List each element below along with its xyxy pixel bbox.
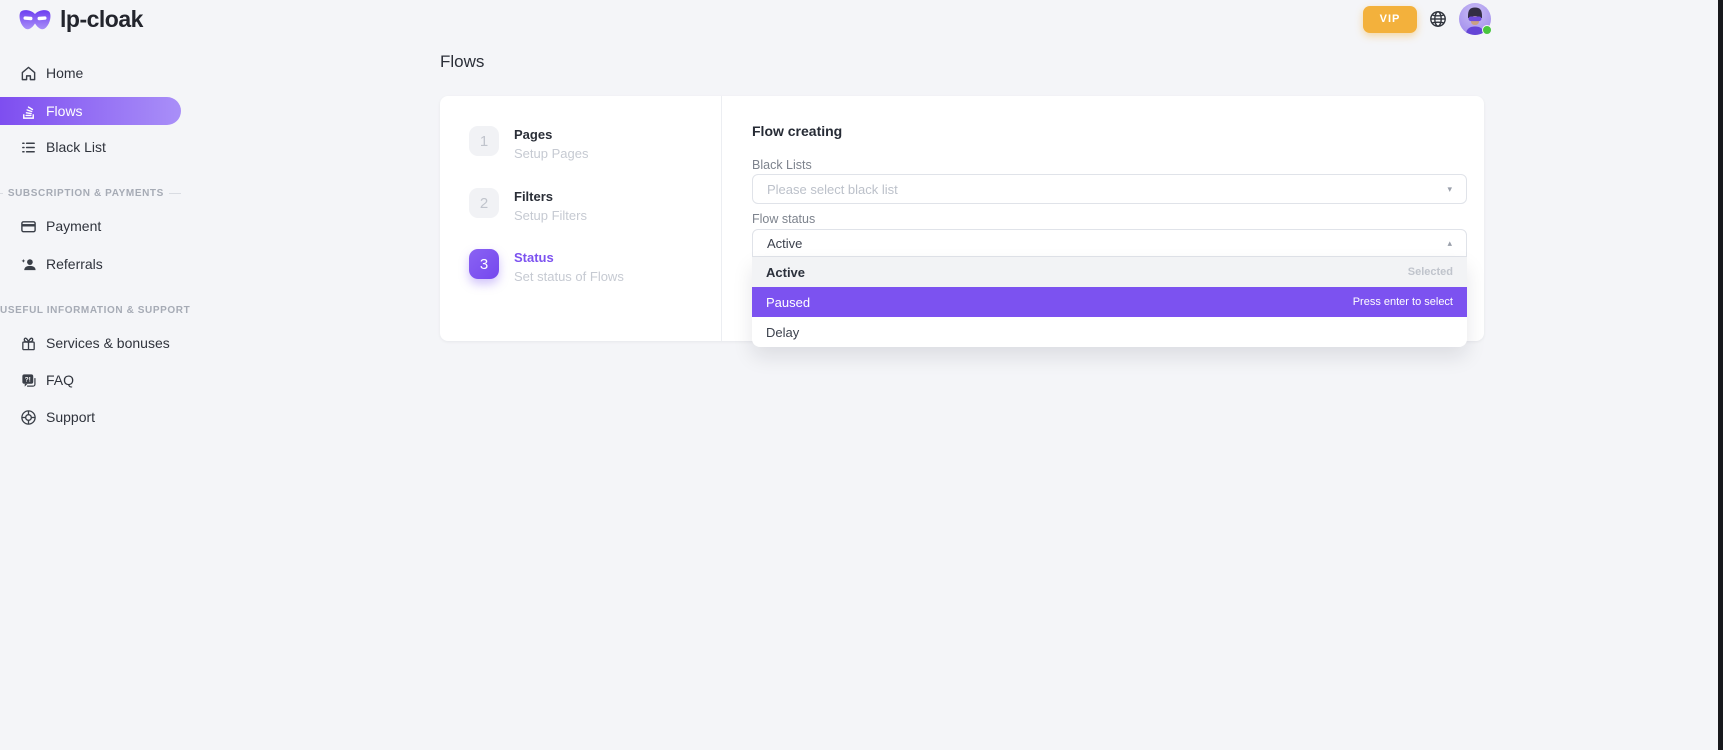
avatar[interactable] [1459, 3, 1491, 35]
header-right: VIP [1363, 3, 1491, 35]
flow-status-dropdown: Active Selected Paused Press enter to se… [752, 257, 1467, 347]
step-number: 3 [469, 249, 499, 279]
step-title: Status [514, 249, 624, 265]
option-hint: Selected [1408, 266, 1453, 278]
caret-up-icon: ▴ [1447, 239, 1452, 248]
black-list-icon [19, 138, 37, 156]
step-text: Status Set status of Flows [514, 249, 624, 284]
lifebuoy-icon [19, 408, 37, 426]
globe-icon[interactable] [1429, 10, 1447, 28]
sidebar-item-black-list[interactable]: Black List [0, 133, 181, 161]
sidebar-item-label: Flows [46, 103, 83, 119]
flow-status-value: Active [767, 236, 802, 251]
step-text: Pages Setup Pages [514, 126, 588, 161]
step-number: 2 [469, 188, 499, 218]
flow-status-select[interactable]: Active ▴ [752, 229, 1467, 257]
sidebar: Home Flows Bla [0, 0, 181, 750]
section-dash [0, 193, 3, 194]
flow-creating-form: Flow creating Black Lists Please select … [752, 96, 1467, 341]
option-label: Delay [766, 325, 799, 340]
sidebar-item-label: Home [46, 65, 83, 81]
svg-text:?!: ?! [24, 376, 30, 383]
sidebar-section-useful-info: USEFUL INFORMATION & SUPPORT [0, 304, 181, 316]
payment-icon [19, 217, 37, 235]
referrals-icon [19, 255, 37, 273]
sidebar-item-label: Support [46, 409, 95, 425]
flows-icon [19, 102, 37, 120]
sidebar-section-subscription: SUBSCRIPTION & PAYMENTS [0, 187, 181, 199]
option-label: Active [766, 265, 805, 280]
sidebar-item-support[interactable]: Support [0, 403, 181, 431]
section-label: USEFUL INFORMATION & SUPPORT [0, 305, 190, 316]
sidebar-item-payment[interactable]: Payment [0, 212, 181, 240]
step-filters[interactable]: 2 Filters Setup Filters [469, 188, 587, 223]
step-number: 1 [469, 126, 499, 156]
caret-down-icon: ▾ [1447, 185, 1452, 194]
step-status[interactable]: 3 Status Set status of Flows [469, 249, 624, 284]
sidebar-item-label: FAQ [46, 372, 74, 388]
section-label: SUBSCRIPTION & PAYMENTS [8, 188, 164, 199]
black-lists-select[interactable]: Please select black list ▾ [752, 174, 1467, 204]
step-text: Filters Setup Filters [514, 188, 587, 223]
black-lists-placeholder: Please select black list [767, 182, 898, 197]
option-hint: Press enter to select [1353, 296, 1453, 308]
page-title: Flows [440, 52, 484, 72]
sidebar-item-flows[interactable]: Flows [0, 97, 181, 125]
screen-edge [1718, 0, 1723, 750]
sidebar-item-label: Referrals [46, 256, 103, 272]
vip-button[interactable]: VIP [1363, 6, 1417, 33]
gift-icon [19, 334, 37, 352]
flow-creating-card: 1 Pages Setup Pages 2 Filters Setup Filt… [440, 96, 1484, 341]
card-divider [721, 96, 722, 341]
option-active[interactable]: Active Selected [752, 257, 1467, 287]
step-title: Filters [514, 188, 587, 204]
faq-bubble-icon: ?! [19, 371, 37, 389]
sidebar-item-services-bonuses[interactable]: Services & bonuses [0, 329, 181, 357]
step-subtitle: Setup Filters [514, 208, 587, 223]
sidebar-item-label: Payment [46, 218, 101, 234]
flow-status-label: Flow status [752, 212, 815, 226]
step-subtitle: Set status of Flows [514, 269, 624, 284]
option-paused[interactable]: Paused Press enter to select [752, 287, 1467, 317]
sidebar-item-home[interactable]: Home [0, 59, 181, 87]
sidebar-item-referrals[interactable]: Referrals [0, 250, 181, 278]
option-delay[interactable]: Delay [752, 317, 1467, 347]
sidebar-item-label: Black List [46, 139, 106, 155]
home-icon [19, 64, 37, 82]
section-dash [169, 193, 181, 194]
step-subtitle: Setup Pages [514, 146, 588, 161]
online-status-dot [1482, 25, 1492, 35]
option-label: Paused [766, 295, 810, 310]
black-lists-label: Black Lists [752, 158, 812, 172]
form-title: Flow creating [752, 123, 842, 139]
sidebar-item-faq[interactable]: ?! FAQ [0, 366, 181, 394]
step-pages[interactable]: 1 Pages Setup Pages [469, 126, 588, 161]
sidebar-item-label: Services & bonuses [46, 335, 170, 351]
step-title: Pages [514, 126, 588, 142]
